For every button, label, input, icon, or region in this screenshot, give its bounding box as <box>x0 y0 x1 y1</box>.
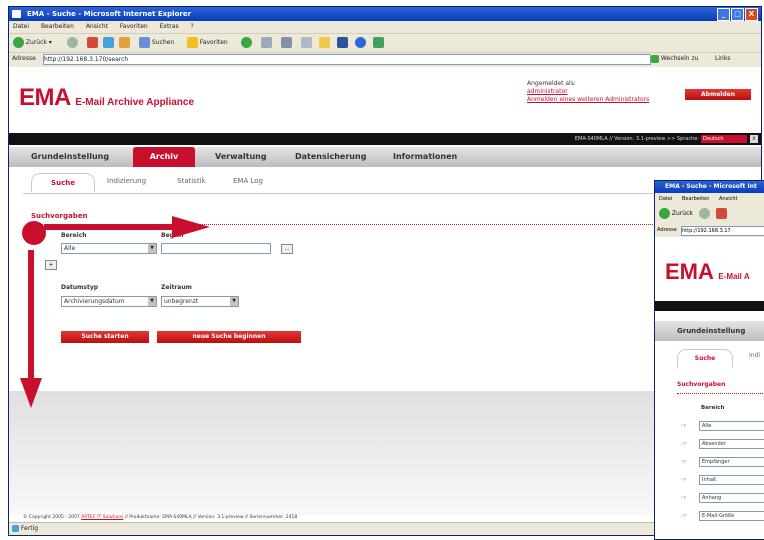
second-address-bar: Adresse http://192.168.3.17 <box>655 224 764 236</box>
second-menu-datei[interactable]: Datei <box>659 196 672 202</box>
second-title-bar: EMA - Suche - Microsoft Int <box>655 181 764 193</box>
annotation-vertical-arrow-shaft <box>28 250 34 380</box>
pointer-hand-icon: ☞ <box>681 458 688 466</box>
option-alle[interactable]: Alle <box>699 421 764 431</box>
second-page-content: EMA E-Mail A Grundeinstellung Suche Indi… <box>655 237 764 539</box>
second-menu-bearbeiten[interactable]: Bearbeiten <box>682 196 709 202</box>
option-inhalt[interactable]: Inhalt <box>699 475 764 485</box>
pointer-hand-icon: ☞ <box>681 494 688 502</box>
second-address-label: Adresse <box>657 227 677 233</box>
pointer-hand-icon: ☞ <box>681 440 688 448</box>
second-address-input[interactable]: http://192.168.3.17 <box>681 226 764 236</box>
second-bereich-label: Bereich <box>701 405 725 411</box>
option-anhang[interactable]: Anhang <box>699 493 764 503</box>
option-absender[interactable]: Absender <box>699 439 764 449</box>
second-browser-window: EMA - Suche - Microsoft Int Datei Bearbe… <box>654 180 764 540</box>
annotation-dot <box>22 221 46 245</box>
annotation-horizontal-arrowhead <box>172 216 210 238</box>
second-section-title: Suchvorgaben <box>677 381 726 388</box>
second-section-divider <box>677 393 764 394</box>
second-menu-bar: Datei Bearbeiten Ansicht <box>655 194 764 204</box>
back-arrow-icon <box>659 208 670 219</box>
annotation-vertical-arrowhead <box>20 378 42 408</box>
pointer-hand-icon: ☞ <box>681 512 688 520</box>
second-menu-ansicht[interactable]: Ansicht <box>719 196 737 202</box>
pointer-hand-icon: ☞ <box>681 476 688 484</box>
second-toolbar: Zurück <box>655 205 764 223</box>
second-nav-grundeinstellung[interactable]: Grundeinstellung <box>677 327 745 335</box>
second-info-bar <box>655 301 764 311</box>
pointer-hand-icon: ☞ <box>681 422 688 430</box>
annotation-overlay <box>20 216 210 408</box>
annotation-horizontal-arrow-shaft <box>44 224 174 230</box>
second-tab-suche[interactable]: Suche <box>677 349 733 368</box>
second-main-nav: Grundeinstellung <box>655 321 764 341</box>
second-back-button[interactable]: Zurück <box>659 208 695 219</box>
option-email-groesse[interactable]: E-Mail-Größe <box>699 511 764 521</box>
option-empfaenger[interactable]: Empfänger <box>699 457 764 467</box>
second-ema-logo: EMA E-Mail A <box>665 259 750 284</box>
stop-icon[interactable] <box>715 208 727 219</box>
forward-arrow-icon[interactable] <box>698 208 710 219</box>
second-tab-indizierung[interactable]: Indi <box>749 352 760 359</box>
